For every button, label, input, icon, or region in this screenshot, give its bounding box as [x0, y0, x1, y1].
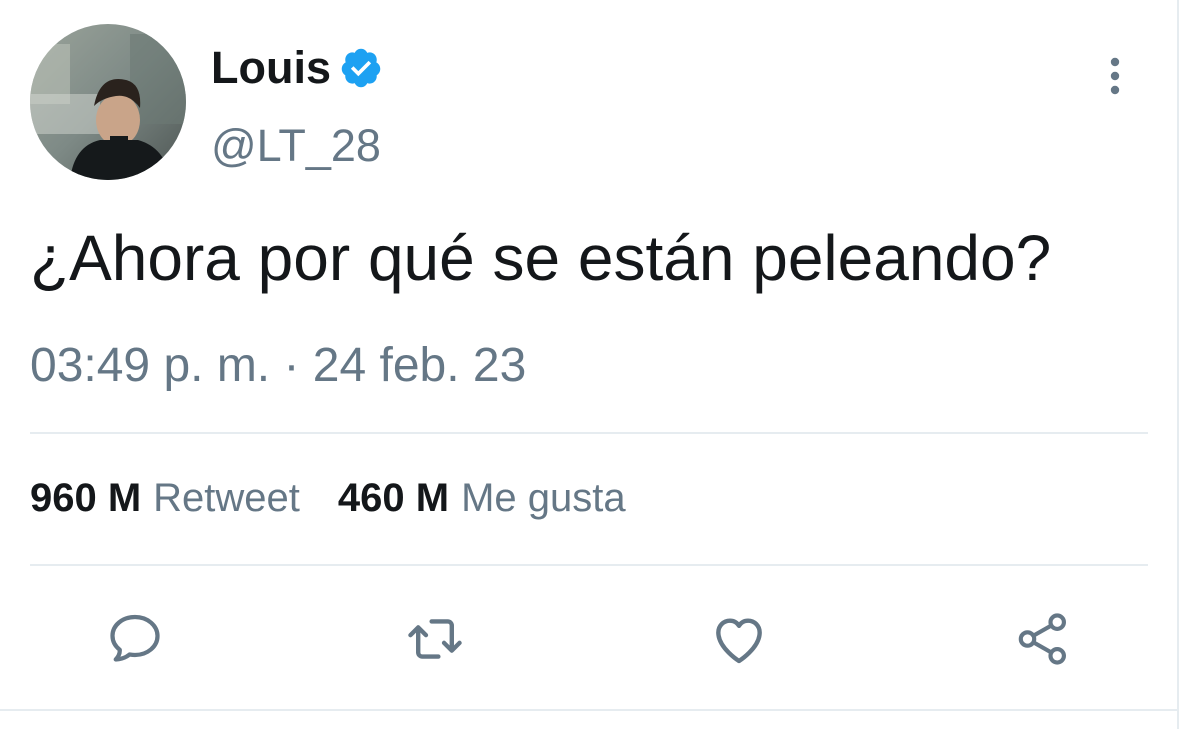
tweet-timestamp[interactable]: 03:49 p. m. · 24 feb. 23: [30, 338, 526, 393]
likes-label: Me gusta: [461, 476, 626, 520]
share-button[interactable]: [1012, 608, 1074, 670]
author-name-row[interactable]: Louis: [211, 40, 383, 96]
heart-icon: [716, 618, 762, 664]
more-vertical-icon: [1110, 57, 1120, 95]
reply-bubble-icon: [110, 614, 160, 662]
retweet-button[interactable]: [404, 608, 466, 670]
display-name[interactable]: Louis: [211, 42, 331, 94]
retweets-label: Retweet: [153, 476, 300, 520]
like-button[interactable]: [708, 608, 770, 670]
likes-count: 460 M: [337, 476, 450, 520]
likes-stat[interactable]: 460 M Me gusta: [338, 476, 626, 521]
profile-photo: [30, 24, 186, 180]
retweets-stat[interactable]: 960 M Retweet: [30, 476, 300, 521]
divider: [0, 709, 1179, 711]
verified-badge-icon: [341, 48, 381, 88]
retweets-count: 960 M: [30, 476, 142, 520]
divider: [30, 432, 1148, 434]
author-handle[interactable]: @LT_28: [211, 120, 381, 172]
tweet-card: Louis @LT_28 ¿Ahora por qué se están pel…: [0, 0, 1179, 729]
divider: [30, 564, 1148, 566]
retweet-arrows-icon: [408, 619, 462, 659]
tweet-stats: 960 M Retweet 460 M Me gusta: [30, 476, 626, 521]
tweet-text: ¿Ahora por qué se están peleando?: [30, 222, 1052, 294]
share-nodes-icon: [1018, 613, 1066, 665]
more-options-button[interactable]: [1100, 56, 1130, 96]
reply-button[interactable]: [104, 608, 166, 670]
avatar[interactable]: [30, 24, 186, 180]
